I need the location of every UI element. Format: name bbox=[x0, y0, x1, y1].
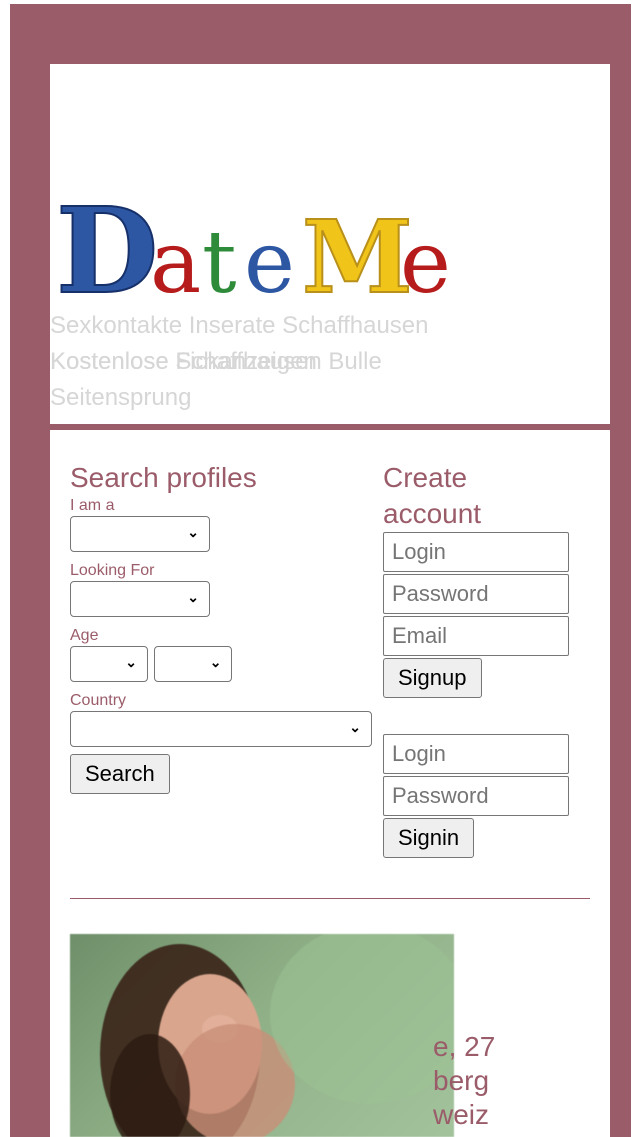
profile-city: berg bbox=[433, 1065, 490, 1096]
svg-text:e: e bbox=[400, 213, 451, 304]
chevron-down-icon: ⌄ bbox=[209, 654, 222, 670]
signup-button[interactable]: Signup bbox=[383, 658, 482, 698]
chevron-down-icon: ⌄ bbox=[187, 589, 199, 605]
tagline-line1[interactable]: Sexkontakte Inserate Schaffhausen bbox=[50, 308, 570, 344]
section-divider bbox=[70, 898, 590, 899]
search-profiles-form: Search profiles I am a ⌄ Looking For ⌄ A… bbox=[70, 460, 380, 794]
age-label: Age bbox=[70, 627, 99, 644]
profile-name-age[interactable]: e, 27 bbox=[433, 1030, 593, 1064]
svg-text:t: t bbox=[202, 213, 237, 304]
country-select[interactable]: ⌄ bbox=[70, 711, 372, 747]
signin-login-input[interactable]: Login bbox=[383, 734, 569, 774]
profile-info: e, 27 berg weiz bbox=[433, 1030, 593, 1132]
search-button[interactable]: Search bbox=[70, 754, 170, 794]
svg-text:D: D bbox=[56, 181, 158, 304]
chevron-down-icon: ⌄ bbox=[187, 524, 199, 540]
tagline-line3[interactable]: Seitensprung bbox=[50, 380, 570, 416]
signup-email-input[interactable]: Email bbox=[383, 616, 569, 656]
profile-photo-image bbox=[100, 934, 454, 1137]
search-title: Search profiles bbox=[70, 462, 257, 493]
signin-button[interactable]: Signin bbox=[383, 818, 475, 858]
age-min-select[interactable]: ⌄ bbox=[70, 646, 148, 682]
chevron-down-icon: ⌄ bbox=[125, 654, 137, 670]
looking-for-select[interactable]: ⌄ bbox=[70, 581, 210, 617]
signup-password-input[interactable]: Password bbox=[383, 574, 569, 614]
signup-login-input[interactable]: Login bbox=[383, 532, 569, 572]
signin-password-input[interactable]: Password bbox=[383, 776, 569, 816]
age-max-select[interactable]: ⌄ bbox=[154, 646, 233, 682]
main-panel: Search profiles I am a ⌄ Looking For ⌄ A… bbox=[50, 430, 610, 1137]
account-forms: Create account Login Password Email Sign… bbox=[383, 460, 583, 858]
i-am-select[interactable]: ⌄ bbox=[70, 516, 210, 552]
i-am-label: I am a bbox=[70, 497, 115, 514]
tagline-line2-overlap[interactable]: Kostenlose Fickanzeigen bbox=[50, 344, 570, 380]
header: D a t e M e Sexkontakte Inserate Schaffh… bbox=[50, 64, 610, 424]
country-label: Country bbox=[70, 692, 127, 709]
dateme-logo[interactable]: D a t e M e bbox=[50, 174, 530, 304]
profile-country: weiz bbox=[433, 1099, 490, 1130]
svg-text:M: M bbox=[302, 198, 413, 304]
tagline: Sexkontakte Inserate Schaffhausen Kosten… bbox=[50, 308, 570, 416]
svg-text:a: a bbox=[150, 213, 201, 304]
svg-text:e: e bbox=[244, 213, 295, 304]
create-account-title: Create account bbox=[383, 462, 482, 529]
chevron-down-icon: ⌄ bbox=[349, 719, 361, 735]
looking-for-label: Looking For bbox=[70, 562, 155, 579]
profile-photo[interactable] bbox=[70, 934, 454, 1137]
